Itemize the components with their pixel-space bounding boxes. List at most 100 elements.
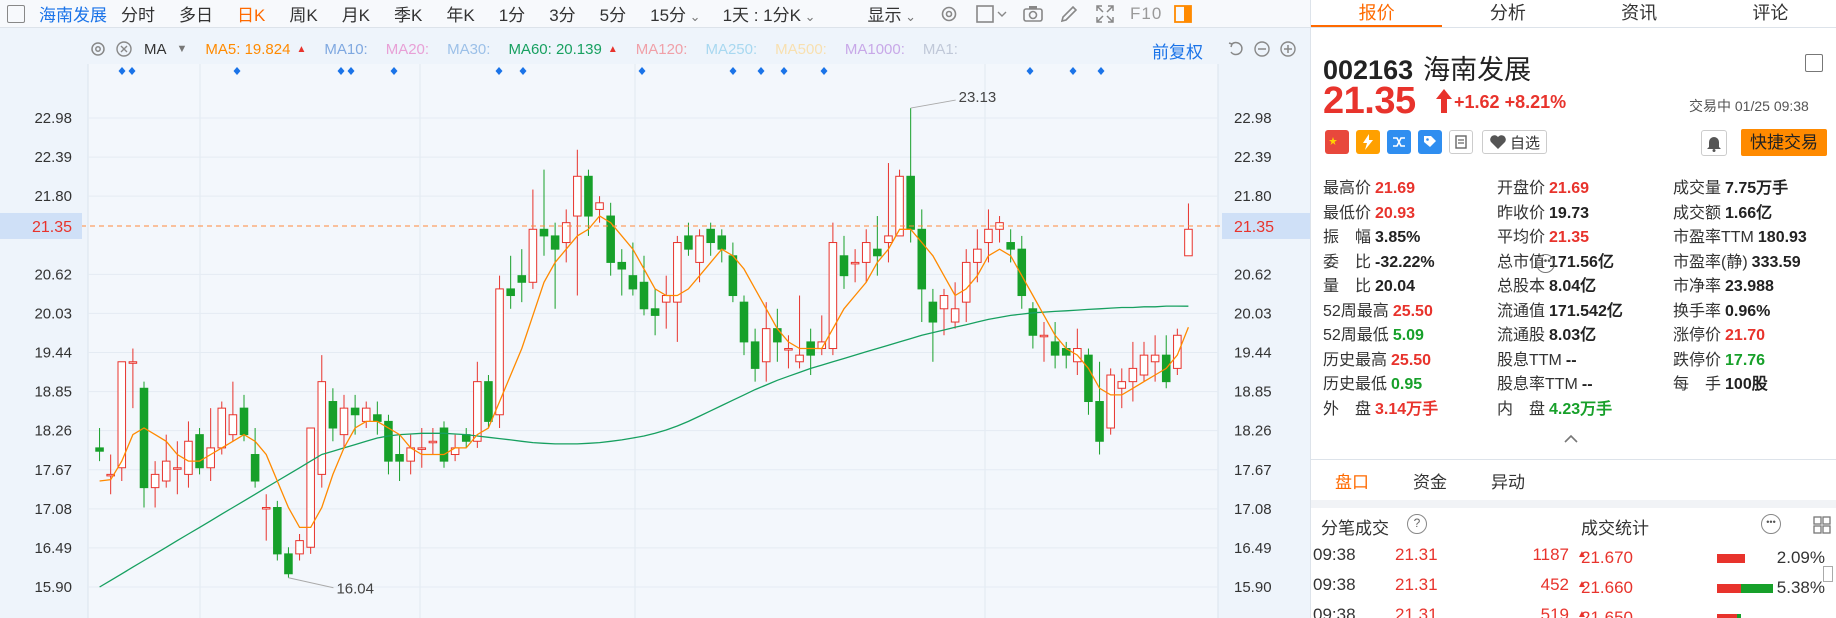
chevron-up-icon[interactable] — [1564, 434, 1578, 444]
panel-icon[interactable] — [1172, 3, 1194, 25]
candle-body[interactable] — [650, 308, 660, 316]
ma-label[interactable]: MA500: — [775, 41, 827, 58]
candle-body[interactable] — [1017, 248, 1027, 297]
candle-body[interactable] — [161, 460, 171, 482]
candle-body[interactable] — [306, 427, 315, 548]
candle-body[interactable] — [417, 447, 427, 450]
more-icon[interactable]: ••• — [1761, 514, 1781, 534]
ma-label[interactable]: MA1: — [923, 41, 958, 58]
indicator-type-select[interactable]: MA — [144, 41, 167, 58]
candle-body[interactable] — [1139, 354, 1149, 376]
period-day-k[interactable]: 日K — [237, 1, 265, 26]
candle-body[interactable] — [217, 407, 227, 449]
candle-body[interactable] — [395, 454, 404, 462]
candle-body[interactable] — [173, 467, 182, 470]
tag-icon[interactable] — [1418, 130, 1442, 154]
list-icon[interactable] — [1805, 54, 1823, 72]
candle-body[interactable] — [528, 228, 538, 283]
candle-body[interactable] — [350, 407, 360, 416]
candle-body[interactable] — [284, 553, 293, 575]
ma-label[interactable]: MA5: 19.824 — [205, 41, 290, 58]
candle-body[interactable] — [706, 228, 715, 244]
display-select[interactable]: 显示 — [868, 1, 917, 26]
zoom-out-icon[interactable] — [1252, 39, 1272, 59]
zoom-in-icon[interactable] — [1278, 39, 1298, 59]
candle-body[interactable] — [584, 175, 593, 217]
candle-body[interactable] — [117, 361, 127, 469]
candle-body[interactable] — [895, 175, 904, 237]
candle-body[interactable] — [1084, 354, 1093, 403]
candle-body[interactable] — [761, 328, 771, 363]
candle-body[interactable] — [1095, 401, 1104, 442]
candle-body[interactable] — [1184, 228, 1193, 257]
ma-label[interactable]: MA120: — [636, 41, 688, 58]
candle-body[interactable] — [295, 540, 304, 555]
candle-body[interactable] — [128, 361, 138, 364]
help-icon[interactable]: ? — [1407, 514, 1427, 534]
candle-body[interactable] — [684, 235, 693, 250]
period-5min[interactable]: 5分 — [600, 1, 626, 26]
candle-body[interactable] — [1117, 381, 1127, 389]
period-duori[interactable]: 多日 — [179, 1, 213, 26]
candle-body[interactable] — [1173, 334, 1182, 369]
candle-body[interactable] — [550, 235, 560, 250]
period-quarter-k[interactable]: 季K — [394, 1, 422, 26]
candle-body[interactable] — [861, 242, 871, 263]
candle-body[interactable] — [461, 434, 471, 442]
chevron-down-icon[interactable]: ▼ — [177, 43, 188, 55]
ma-label[interactable]: MA1000: — [845, 41, 905, 58]
candle-body[interactable] — [339, 407, 349, 436]
stock-name-link[interactable]: 海南发展 — [39, 1, 107, 26]
candle-body[interactable] — [873, 248, 882, 257]
candle-body[interactable] — [328, 401, 338, 429]
tab-comments[interactable]: 评论 — [1705, 0, 1836, 27]
note-icon[interactable] — [1449, 130, 1473, 154]
ma-label[interactable]: MA20: — [386, 41, 429, 58]
candle-body[interactable] — [273, 507, 282, 555]
candle-body[interactable] — [906, 175, 915, 230]
candle-body[interactable] — [795, 354, 804, 363]
expand-icon[interactable] — [1094, 3, 1116, 25]
add-watchlist-button[interactable]: 自选 — [1482, 130, 1548, 154]
candle-body[interactable] — [639, 281, 649, 310]
candle-body[interactable] — [695, 235, 704, 263]
scrollbar[interactable] — [1823, 566, 1833, 582]
candle-body[interactable] — [739, 301, 749, 343]
undo-icon[interactable] — [1226, 39, 1246, 59]
candle-body[interactable] — [1128, 367, 1138, 383]
candle-body[interactable] — [884, 235, 893, 244]
kline-chart[interactable]: 22.98 22.98 22.39 22.39 21.80 21.80 20.62 20.62… — [0, 64, 1310, 618]
china-flag-icon[interactable] — [1325, 130, 1349, 154]
candle-body[interactable] — [984, 228, 993, 244]
candle-body[interactable] — [228, 414, 238, 436]
candle-body[interactable] — [939, 295, 949, 310]
lightning-icon[interactable] — [1356, 130, 1380, 154]
period-year-k[interactable]: 年K — [446, 1, 474, 26]
interval-select[interactable]: 1天 : 1分K — [723, 1, 816, 26]
candle-body[interactable] — [373, 414, 382, 422]
gear-icon[interactable] — [88, 39, 108, 59]
ma-label[interactable]: MA30: — [447, 41, 490, 58]
tab-yidong[interactable]: 异动 — [1491, 468, 1525, 493]
close-icon[interactable] — [114, 39, 134, 59]
candle-body[interactable] — [573, 175, 582, 217]
candle-body[interactable] — [184, 440, 193, 475]
candle-body[interactable] — [239, 407, 249, 436]
candle-body[interactable] — [150, 473, 160, 489]
candle-body[interactable] — [784, 348, 793, 351]
pencil-icon[interactable] — [1058, 3, 1080, 25]
candle-body[interactable] — [484, 381, 493, 422]
candle-body[interactable] — [950, 308, 960, 323]
candle-body[interactable] — [206, 447, 215, 469]
f10-button[interactable]: F10 — [1130, 4, 1162, 24]
candle-body[interactable] — [717, 235, 727, 250]
grid-icon[interactable] — [1813, 516, 1831, 534]
tab-analysis[interactable]: 分析 — [1442, 0, 1573, 27]
camera-icon[interactable] — [1022, 3, 1044, 25]
square-select-icon[interactable] — [974, 3, 1008, 25]
candle-body[interactable] — [839, 255, 849, 277]
period-week-k[interactable]: 周K — [289, 1, 317, 26]
ma-label[interactable]: MA10: — [324, 41, 367, 58]
candle-body[interactable] — [1039, 334, 1049, 338]
bell-icon[interactable] — [1701, 130, 1727, 156]
